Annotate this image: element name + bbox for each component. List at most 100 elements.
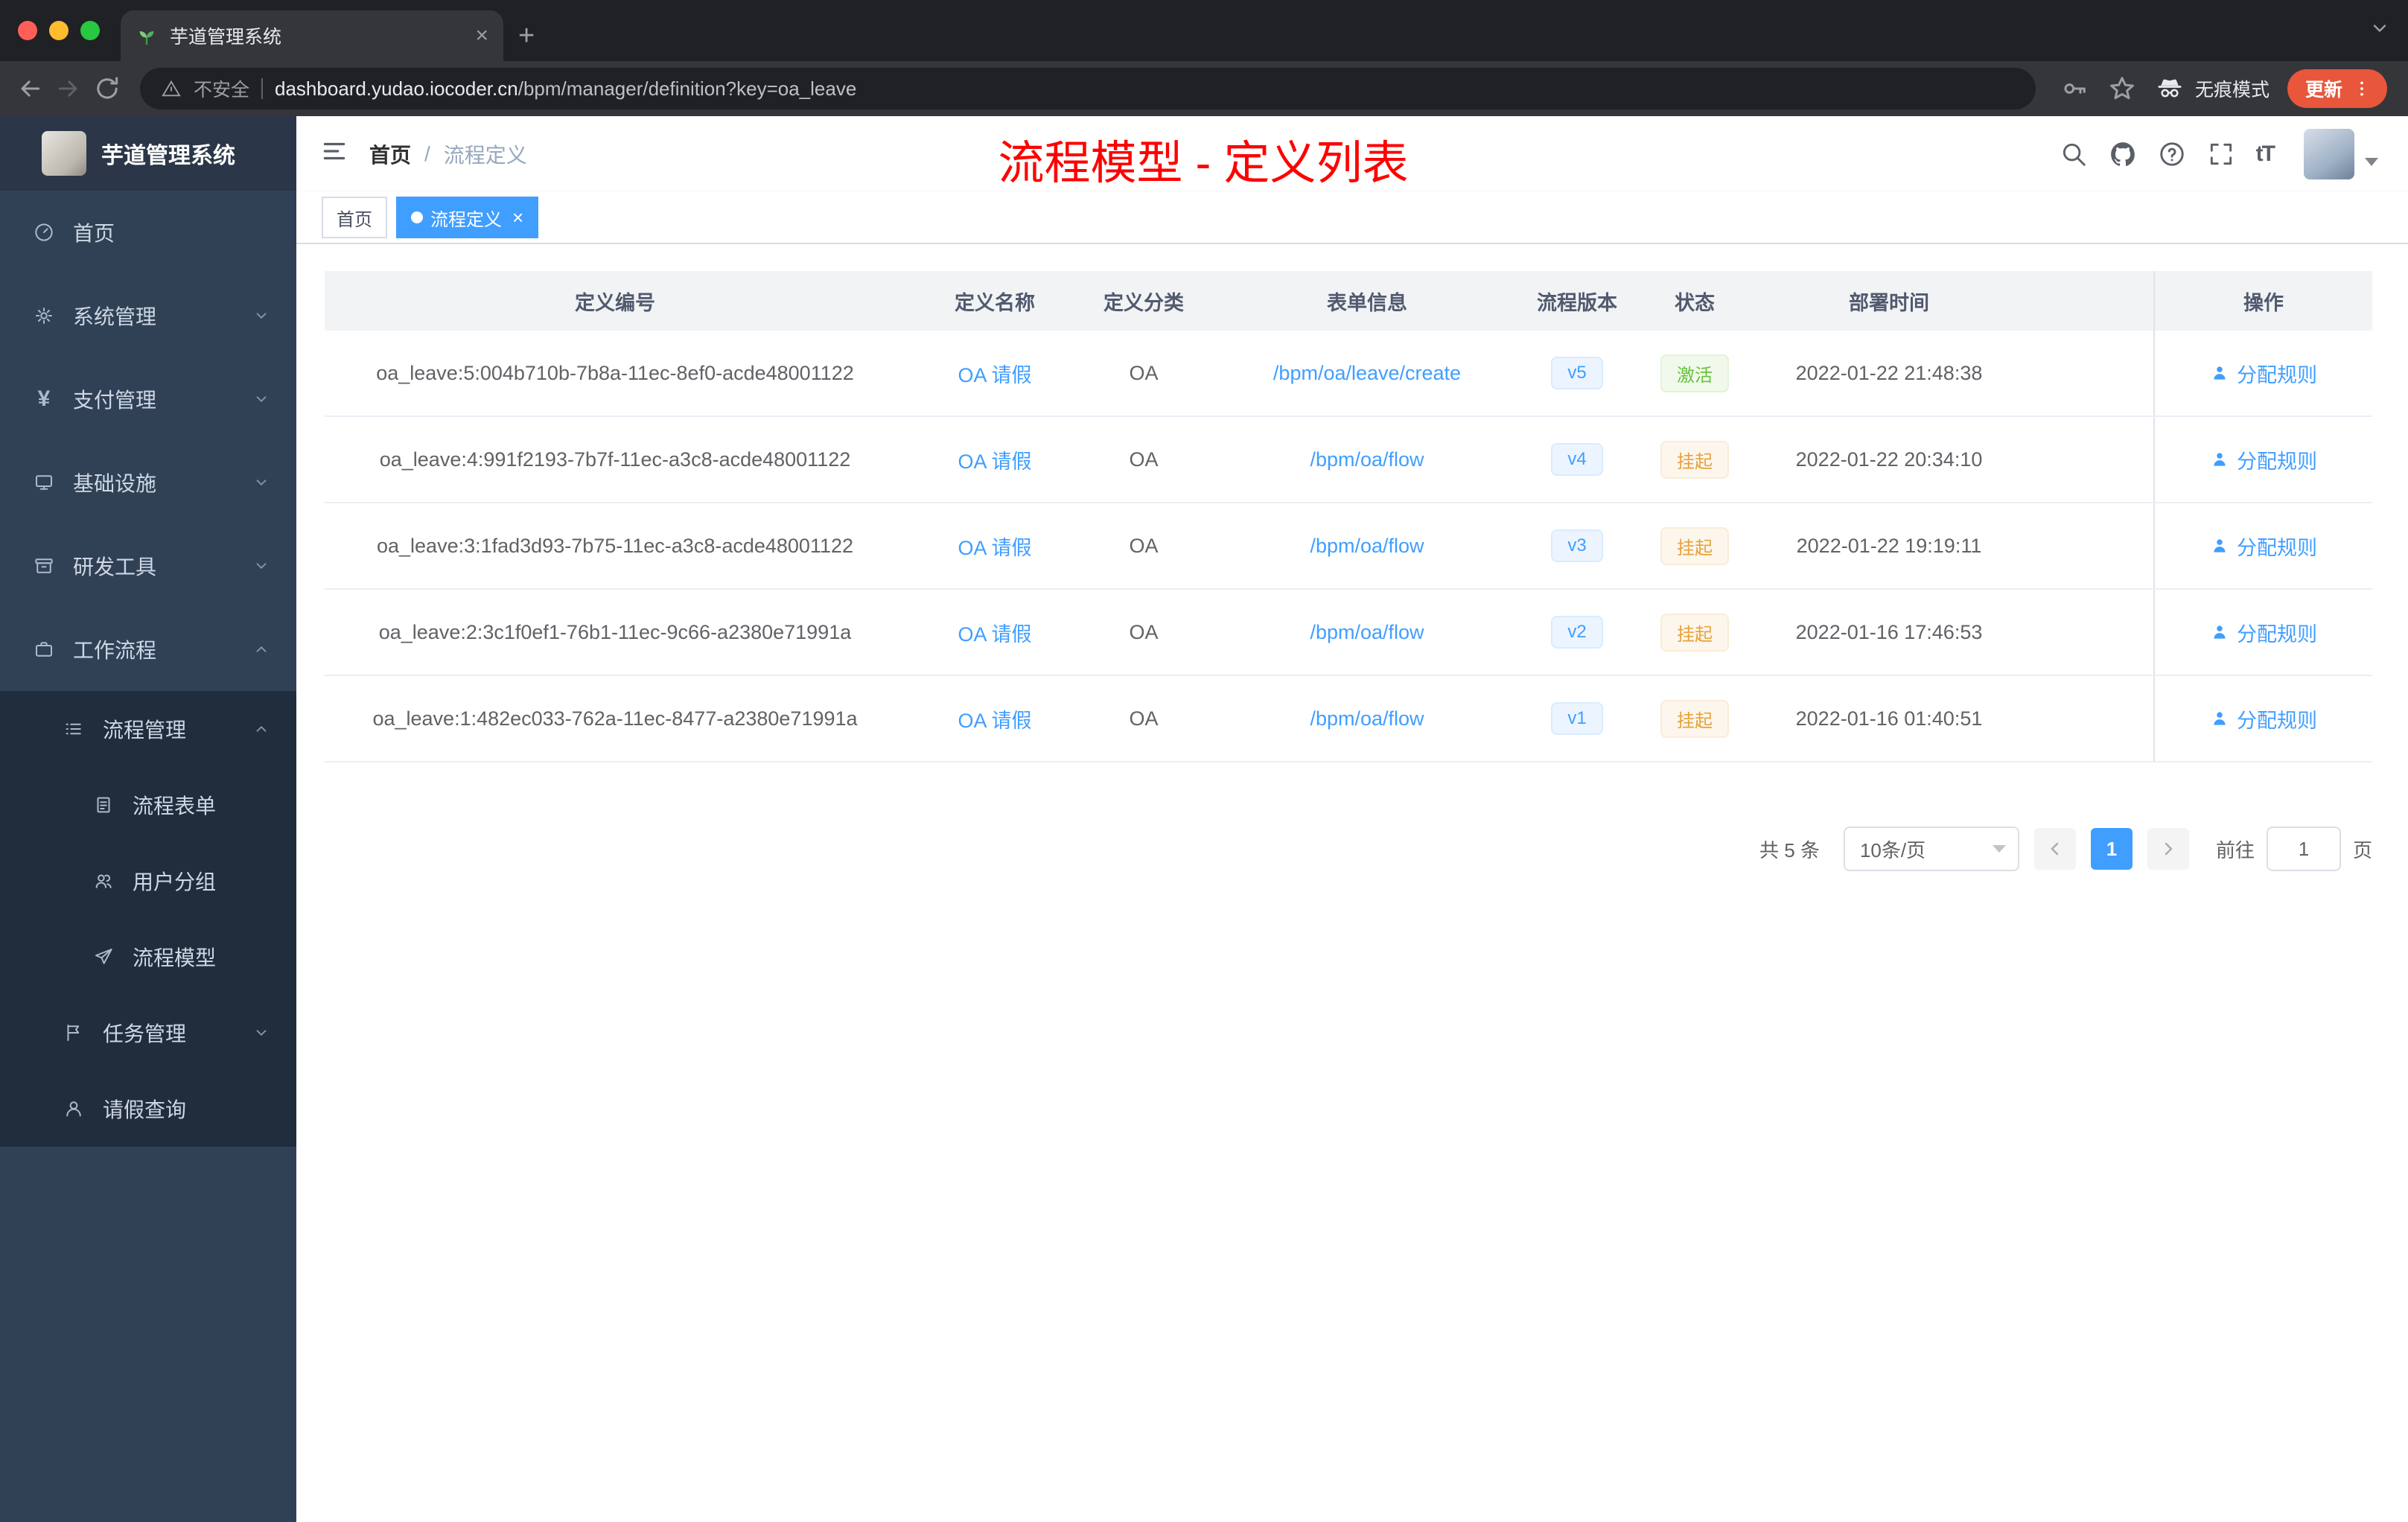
dashboard-icon: [35, 223, 53, 241]
close-window-button[interactable]: [18, 21, 37, 40]
address-bar[interactable]: 不安全 dashboard.yudao.iocoder.cn/bpm/manag…: [140, 68, 2036, 109]
sidebar-item-process-form[interactable]: 流程表单: [0, 767, 296, 843]
form-icon: [97, 797, 110, 813]
back-button[interactable]: [15, 74, 45, 104]
status-badge: 挂起: [1660, 440, 1729, 479]
content: 定义编号 定义名称 定义分类 表单信息 流程版本 状态 部署时间 操作 oa_l…: [296, 244, 2408, 1522]
sidebar-item-workflow[interactable]: 工作流程: [0, 608, 296, 691]
users-icon: [95, 874, 112, 888]
page-number-1[interactable]: 1: [2090, 828, 2133, 870]
deploy-time: 2022-01-22 20:34:10: [1795, 448, 1983, 471]
definition-id: oa_leave:4:991f2193-7b7f-11ec-a3c8-acde4…: [379, 448, 851, 471]
sidebar-item-infrastructure[interactable]: 基础设施: [0, 441, 296, 524]
window-controls: [0, 0, 121, 61]
incognito-label: 无痕模式: [2194, 80, 2270, 101]
browser-tab[interactable]: 芋道管理系统 ×: [121, 10, 503, 61]
sidebar-item-payment-mgmt[interactable]: ¥ 支付管理: [0, 357, 296, 441]
sidebar-item-dev-tools[interactable]: 研发工具: [0, 524, 296, 608]
sidebar-item-user-group[interactable]: 用户分组: [0, 843, 296, 919]
form-link[interactable]: /bpm/oa/leave/create: [1273, 362, 1461, 384]
chevron-down-icon: [256, 313, 267, 319]
forward-button[interactable]: [54, 74, 83, 104]
sidebar-item-system-mgmt[interactable]: 系统管理: [0, 274, 296, 357]
user-icon: [2214, 453, 2226, 466]
browser-tabstrip: 芋道管理系统 × +: [0, 0, 2408, 61]
url-separator: [261, 78, 264, 99]
page-unit-label: 页: [2352, 838, 2372, 862]
sidebar-item-home[interactable]: 首页: [0, 191, 296, 274]
list-icon: [66, 723, 81, 735]
version-badge: v2: [1551, 616, 1603, 649]
active-dot: [411, 211, 423, 223]
tag-close-icon[interactable]: ×: [512, 208, 523, 227]
page-size-select[interactable]: 10条/页: [1843, 827, 2019, 871]
definition-name-link[interactable]: OA 请假: [958, 450, 1031, 473]
tab-close-icon[interactable]: ×: [475, 25, 488, 47]
user-menu[interactable]: [2304, 129, 2378, 179]
main-area: 首页 / 流程定义 tT 首页 流程定义 × 定义编号 定义名称 定义分类 表单…: [296, 116, 2408, 1522]
version-badge: v4: [1551, 443, 1603, 476]
assign-rule-link[interactable]: 分配规则: [2210, 704, 2317, 733]
assign-rule-link[interactable]: 分配规则: [2210, 359, 2317, 388]
sidebar-item-process-mgmt[interactable]: 流程管理: [0, 691, 296, 767]
sidebar-item-leave-query[interactable]: 请假查询: [0, 1071, 296, 1147]
table-row: oa_leave:2:3c1f0ef1-76b1-11ec-9c66-a2380…: [325, 590, 2372, 676]
user-icon: [2214, 625, 2226, 639]
chevron-down-icon: [256, 396, 267, 402]
form-link[interactable]: /bpm/oa/flow: [1310, 448, 1424, 471]
yen-icon: ¥: [37, 386, 51, 411]
help-icon[interactable]: [2158, 140, 2186, 168]
definition-name-link[interactable]: OA 请假: [958, 537, 1031, 559]
caret-down-icon: [1992, 845, 2006, 853]
caret-down-icon: [2365, 157, 2378, 166]
definition-name-link[interactable]: OA 请假: [958, 364, 1031, 386]
table-header: 定义编号 定义名称 定义分类 表单信息 流程版本 状态 部署时间 操作: [325, 271, 2372, 331]
logo-title: 芋道管理系统: [101, 144, 235, 168]
col-header-category: 定义分类: [1103, 291, 1184, 314]
assign-rule-link[interactable]: 分配规则: [2210, 445, 2317, 474]
form-link[interactable]: /bpm/oa/flow: [1310, 707, 1424, 730]
warning-icon: [162, 80, 181, 97]
update-button[interactable]: 更新: [2287, 69, 2387, 108]
definition-name-link[interactable]: OA 请假: [958, 623, 1031, 646]
sidebar-item-process-model[interactable]: 流程模型: [0, 919, 296, 995]
search-icon[interactable]: [2060, 140, 2088, 168]
col-header-deploy-time: 部署时间: [1849, 291, 1929, 314]
definition-category: OA: [1129, 361, 1159, 384]
new-tab-button[interactable]: +: [503, 20, 552, 61]
goto-label: 前往: [2215, 838, 2255, 862]
prev-page-button[interactable]: [2033, 828, 2076, 870]
version-badge: v5: [1551, 357, 1603, 389]
fullscreen-icon[interactable]: [2207, 140, 2235, 168]
tag-process-definition[interactable]: 流程定义 ×: [396, 197, 539, 238]
goto-page-input[interactable]: [2266, 827, 2341, 871]
breadcrumb-current: 流程定义: [443, 144, 527, 167]
bookmark-star-icon[interactable]: [2107, 74, 2137, 104]
avatar[interactable]: [2304, 129, 2354, 179]
form-link[interactable]: /bpm/oa/flow: [1310, 535, 1424, 557]
hamburger-icon[interactable]: [320, 137, 348, 171]
deploy-time: 2022-01-16 01:40:51: [1795, 707, 1983, 730]
tab-search-chevron-icon[interactable]: [2369, 18, 2390, 39]
refresh-button[interactable]: [92, 74, 122, 104]
minimize-window-button[interactable]: [49, 21, 69, 40]
assign-rule-link[interactable]: 分配规则: [2210, 618, 2317, 647]
assign-rule-link[interactable]: 分配规则: [2210, 532, 2317, 561]
font-size-icon[interactable]: tT: [2256, 141, 2275, 167]
breadcrumb-home[interactable]: 首页: [369, 139, 411, 169]
breadcrumb: 首页 / 流程定义: [369, 139, 527, 169]
sidebar-item-task-mgmt[interactable]: 任务管理: [0, 995, 296, 1071]
status-badge: 激活: [1660, 354, 1729, 392]
next-page-button[interactable]: [2147, 828, 2189, 870]
security-label[interactable]: 不安全: [194, 75, 249, 102]
tag-home[interactable]: 首页: [322, 197, 387, 238]
deploy-time: 2022-01-22 19:19:11: [1796, 534, 1982, 557]
incognito-badge: 无痕模式: [2155, 74, 2270, 104]
definition-name-link[interactable]: OA 请假: [958, 710, 1031, 732]
github-icon[interactable]: [2109, 140, 2137, 168]
chevron-down-icon: [256, 480, 267, 485]
key-icon[interactable]: [2060, 74, 2089, 104]
sidebar-logo[interactable]: 芋道管理系统: [0, 116, 296, 191]
form-link[interactable]: /bpm/oa/flow: [1310, 621, 1424, 643]
maximize-window-button[interactable]: [80, 21, 100, 40]
